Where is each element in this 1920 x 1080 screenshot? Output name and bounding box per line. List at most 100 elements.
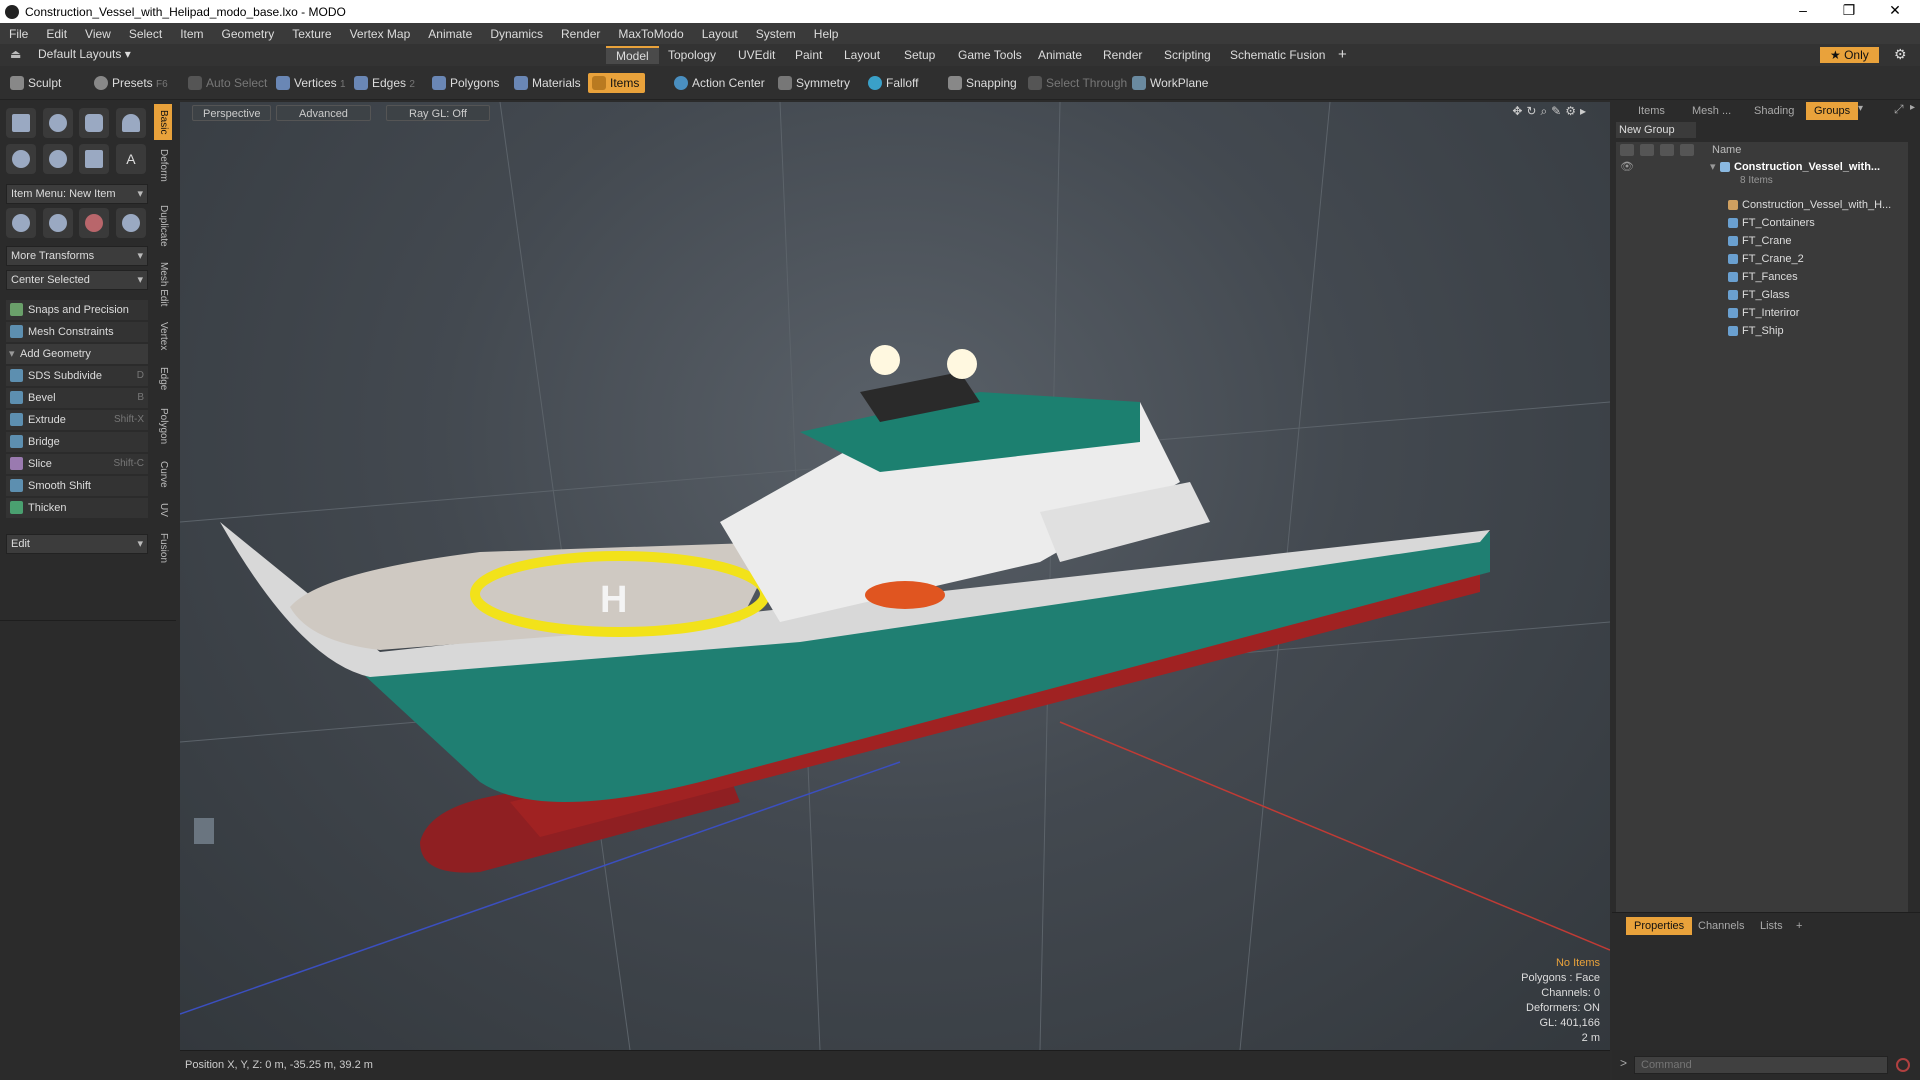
panel-arrow-icon[interactable]: ▸ [1910,102,1915,113]
menu-texture[interactable]: Texture [283,27,340,41]
menu-system[interactable]: System [747,27,805,41]
tab-lists[interactable]: Lists [1752,917,1791,935]
menu-vertex-map[interactable]: Vertex Map [341,27,420,41]
vtab-curve[interactable]: Curve [154,456,172,492]
cylinder-tool[interactable] [79,108,110,138]
cube-tool[interactable] [6,108,36,138]
menu-help[interactable]: Help [805,27,848,41]
sphere-tool[interactable] [42,108,73,138]
menu-animate[interactable]: Animate [419,27,481,41]
items-button[interactable]: Items [588,73,646,93]
slice-tool[interactable]: Slice Shift-C [6,454,148,474]
tab-model[interactable]: Model [606,46,659,64]
extrude-tool[interactable]: Extrude Shift-X [6,410,148,430]
select-through-button[interactable]: Select Through [1024,73,1133,93]
torus-tool[interactable] [6,144,36,174]
tab-paint[interactable]: Paint [785,46,832,64]
new-group-button[interactable]: New Group [1616,122,1696,138]
vtab-deform[interactable]: Deform [154,144,172,186]
list-item[interactable]: FT_Containers [1616,214,1908,232]
add-tab-button[interactable]: + [1328,46,1357,64]
only-toggle[interactable]: ★ Only [1820,47,1879,63]
vtab-polygon[interactable]: Polygon [154,402,172,450]
bevel-tool[interactable]: Bevel B [6,388,148,408]
default-layouts-dropdown[interactable]: Default Layouts ▾ [38,47,131,61]
tab-items[interactable]: Items [1630,102,1673,120]
text-tool[interactable]: A [115,144,146,174]
vtab-duplicate[interactable]: Duplicate [154,198,172,254]
menu-edit[interactable]: Edit [37,27,76,41]
action-center-button[interactable]: Action Center [670,73,771,93]
menu-layout[interactable]: Layout [693,27,747,41]
tab-setup[interactable]: Setup [894,46,945,64]
menu-dynamics[interactable]: Dynamics [481,27,552,41]
bridge-tool[interactable]: Bridge [6,432,148,452]
vtab-basic[interactable]: Basic [154,104,172,140]
tab-animate[interactable]: Animate [1028,46,1092,64]
panel-dropdown-icon[interactable]: ▾ [1858,103,1863,114]
lock-column-icon[interactable] [1660,144,1674,156]
add-panel-tab-button[interactable]: + [1788,917,1810,935]
snaps-precision-button[interactable]: Snaps and Precision [6,300,148,320]
vtab-vertex[interactable]: Vertex [154,316,172,356]
gear-icon[interactable]: ⚙ [1894,46,1907,63]
scale-tool[interactable] [79,208,110,238]
edges-button[interactable]: Edges 2 [350,73,421,93]
menu-select[interactable]: Select [120,27,171,41]
move-tool[interactable] [6,208,36,238]
tab-groups[interactable]: Groups [1806,102,1859,120]
symmetry-button[interactable]: Symmetry [774,73,856,93]
tab-game-tools[interactable]: Game Tools [948,46,1032,64]
menu-item[interactable]: Item [171,27,212,41]
minimize-button[interactable]: – [1780,0,1826,23]
thicken-tool[interactable]: Thicken [6,498,148,518]
presets-button[interactable]: Presets F6 [90,73,174,93]
cone-tool[interactable] [115,108,146,138]
record-icon[interactable] [1896,1058,1910,1072]
menu-geometry[interactable]: Geometry [213,27,284,41]
tab-uvedit[interactable]: UVEdit [728,46,785,64]
tab-shading[interactable]: Shading [1746,102,1802,120]
close-button[interactable]: ✕ [1872,0,1918,23]
item-menu-dropdown[interactable]: Item Menu: New Item [6,184,148,204]
restore-button[interactable]: ❐ [1826,0,1872,23]
smooth-shift-tool[interactable]: Smooth Shift [6,476,148,496]
sculpt-button[interactable]: Sculpt [6,73,67,93]
tab-properties[interactable]: Properties [1626,917,1693,935]
falloff-button[interactable]: Falloff [864,73,924,93]
menu-render[interactable]: Render [552,27,609,41]
more-transforms-dropdown[interactable]: More Transforms [6,246,148,266]
vertices-button[interactable]: Vertices 1 [272,73,352,93]
tab-render[interactable]: Render [1093,46,1152,64]
menu-view[interactable]: View [76,27,120,41]
polygons-button[interactable]: Polygons [428,73,505,93]
tab-scripting[interactable]: Scripting [1154,46,1221,64]
list-item[interactable]: FT_Crane_2 [1616,250,1908,268]
vtab-uv[interactable]: UV [154,498,172,522]
rotate-tool[interactable] [42,208,73,238]
list-item[interactable]: FT_Crane [1616,232,1908,250]
tab-topology[interactable]: Topology [658,46,726,64]
list-item[interactable]: FT_Ship [1616,322,1908,340]
command-input[interactable] [1634,1056,1888,1074]
list-item[interactable]: FT_Interiror [1616,304,1908,322]
menu-maxtomodo[interactable]: MaxToModo [609,27,692,41]
render-column-icon[interactable] [1640,144,1654,156]
snapping-button[interactable]: Snapping [944,73,1023,93]
materials-button[interactable]: Materials [510,73,587,93]
sds-subdivide-tool[interactable]: SDS Subdivide D [6,366,148,386]
list-item[interactable]: Construction_Vessel_with_H... [1616,196,1908,214]
workplane-button[interactable]: WorkPlane [1128,73,1214,93]
transform-tool[interactable] [115,208,146,238]
list-item[interactable]: FT_Glass [1616,286,1908,304]
add-geometry-section[interactable]: ▾ Add Geometry [6,344,148,364]
layout-arrow-icon[interactable]: ⏏ [10,47,21,61]
tab-channels[interactable]: Channels [1690,917,1752,935]
menu-file[interactable]: File [0,27,37,41]
visibility-column-icon[interactable] [1620,144,1634,156]
edit-dropdown[interactable]: Edit [6,534,148,554]
tab-layout[interactable]: Layout [834,46,890,64]
tab-schematic-fusion[interactable]: Schematic Fusion [1220,46,1335,64]
list-item[interactable]: FT_Fances [1616,268,1908,286]
vtab-edge[interactable]: Edge [154,362,172,396]
